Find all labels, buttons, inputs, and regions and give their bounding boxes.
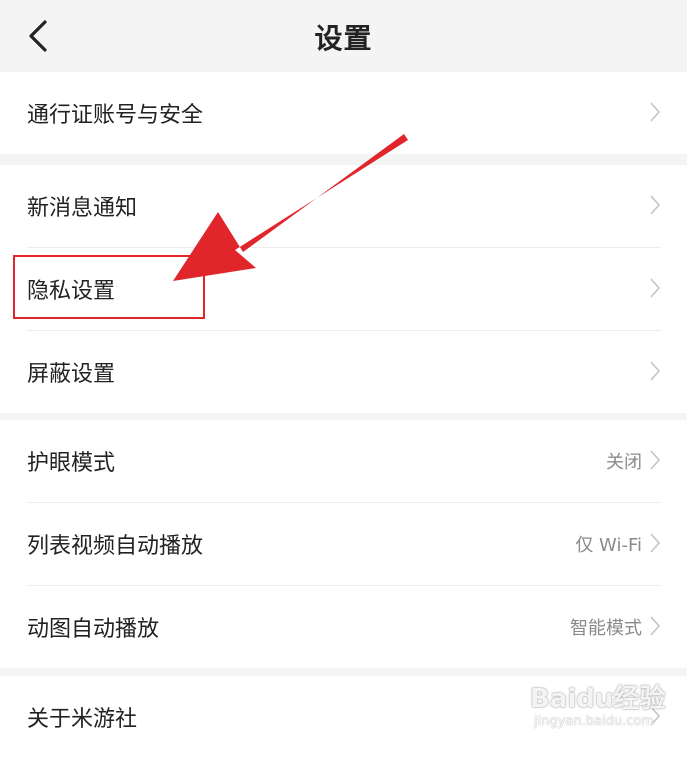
settings-item-about[interactable]: 关于米游社	[0, 676, 687, 758]
settings-item-label: 屏蔽设置	[27, 362, 116, 387]
settings-group-display: 护眼模式 关闭 列表视频自动播放 仅 Wi-Fi 动图自动播放 智能模式	[0, 420, 687, 668]
chevron-right-icon	[649, 705, 661, 727]
settings-item-label: 护眼模式	[27, 451, 116, 476]
settings-item-eye-care-mode[interactable]: 护眼模式 关闭	[0, 420, 687, 502]
chevron-right-icon	[649, 277, 661, 299]
settings-item-gif-autoplay[interactable]: 动图自动播放 智能模式	[0, 586, 687, 668]
chevron-right-icon	[649, 194, 661, 216]
header-bar: 设置	[0, 0, 687, 70]
settings-item-label: 动图自动播放	[27, 617, 160, 642]
chevron-right-icon	[649, 360, 661, 382]
settings-group-about: 关于米游社	[0, 676, 687, 758]
settings-item-label: 新消息通知	[27, 196, 138, 221]
page-title: 设置	[314, 22, 373, 55]
chevron-right-icon	[649, 101, 661, 123]
chevron-right-icon	[649, 532, 661, 554]
settings-item-list-video-autoplay[interactable]: 列表视频自动播放 仅 Wi-Fi	[0, 503, 687, 585]
settings-item-value: 仅 Wi-Fi	[575, 535, 642, 556]
settings-item-label: 通行证账号与安全	[27, 103, 204, 128]
settings-item-label: 关于米游社	[27, 707, 138, 732]
chevron-right-icon	[649, 615, 661, 637]
chevron-right-icon	[649, 449, 661, 471]
settings-item-block-settings[interactable]: 屏蔽设置	[0, 331, 687, 413]
settings-item-account-security[interactable]: 通行证账号与安全	[0, 72, 687, 154]
settings-item-label: 列表视频自动播放	[27, 534, 204, 559]
settings-item-value: 智能模式	[570, 618, 642, 639]
settings-item-value: 关闭	[606, 452, 642, 473]
highlight-box	[13, 255, 205, 319]
settings-item-new-message-notification[interactable]: 新消息通知	[0, 165, 687, 247]
settings-group-account: 通行证账号与安全	[0, 72, 687, 154]
